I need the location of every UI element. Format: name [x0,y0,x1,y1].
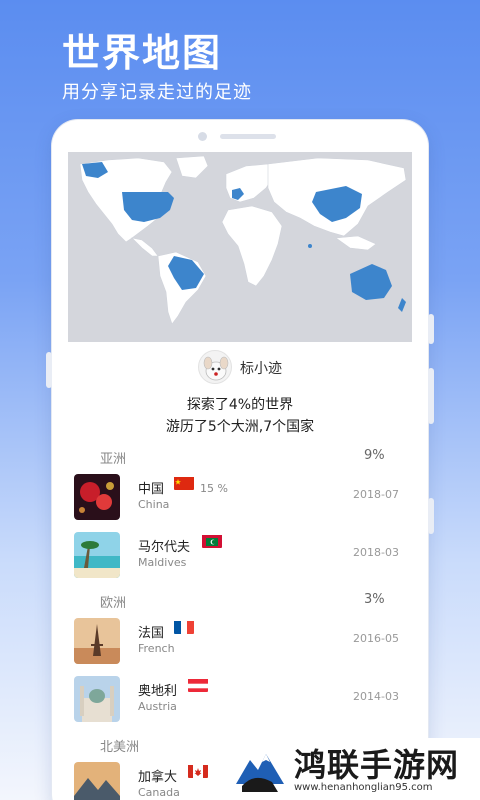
canada-flag-icon [188,764,208,778]
country-name: 马尔代夫 [138,540,191,555]
watermark-url: www.henanhonglian95.com [294,782,433,793]
country-english-name: Austria [138,700,177,713]
map-greenland [175,155,209,179]
austria-flag-icon [188,678,208,692]
map-africa [221,205,283,287]
avatar[interactable] [198,350,232,384]
phone-side-button [428,368,434,424]
map-new-zealand [398,298,406,312]
phone-frame: 标小迹 探索了4%的世界 游历了5个大洲,7个国家 亚洲 9% 中国 15 % … [46,120,434,800]
eiffel-photo [74,618,120,664]
map-central-america [131,237,159,257]
church-photo [74,676,120,722]
map-australia-visited [350,264,392,300]
phone-side-button [46,352,52,388]
continent-header-asia: 亚洲 9% [68,442,412,470]
brand-logo-icon [236,754,284,792]
continent-percent: 9% [364,448,385,463]
country-english-name: Maldives [138,556,187,569]
phone-side-button [428,498,434,534]
page-subtitle: 用分享记录走过的足迹 [62,82,252,103]
visit-date: 2014-03 [353,690,399,703]
dog-avatar-icon [203,356,229,381]
phone-camera [198,132,207,141]
country-row-france[interactable]: 法国 French 2016-05 [68,614,412,672]
visit-date: 2016-05 [353,632,399,645]
country-name: 奥地利 [138,684,178,699]
china-flag-icon [174,476,194,490]
continent-percent: 3% [364,592,385,607]
explored-percent-text: 探索了4%的世界 [186,397,294,413]
map-maldives-visited [308,244,312,248]
beach-photo [74,532,120,578]
map-se-asia [335,235,377,251]
country-row-maldives[interactable]: 马尔代夫 Maldives 2018-03 [68,528,412,586]
country-name: 法国 [138,626,165,641]
world-map-svg [79,155,407,325]
visit-date: 2018-07 [353,488,399,501]
world-map[interactable] [68,152,412,342]
phone-side-button [428,314,434,344]
france-flag-icon [174,620,194,634]
watermark-brand: 鸿联手游网 www.henanhonglian95.com [228,738,480,800]
page-title: 世界地图 [62,31,223,75]
country-name: 加拿大 [138,770,178,785]
travel-count-text: 游历了5个大洲,7个国家 [165,419,315,435]
country-english-name: China [138,498,170,511]
lanterns-photo [74,474,120,520]
country-share: 15 % [200,482,228,495]
continent-name: 北美洲 [100,740,140,755]
mountain-photo [74,762,120,800]
username: 标小迹 [240,361,282,377]
country-english-name: French [138,642,175,655]
country-name: 中国 [138,482,165,497]
continent-header-europe: 欧洲 3% [68,586,412,614]
phone-speaker [220,134,276,139]
profile-summary: 标小迹 探索了4%的世界 游历了5个大洲,7个国家 [68,342,412,442]
country-english-name: Canada [138,786,180,799]
app-screen: 标小迹 探索了4%的世界 游历了5个大洲,7个国家 亚洲 9% 中国 15 % … [68,152,412,800]
continent-name: 欧洲 [100,596,127,611]
maldives-flag-icon [202,534,222,548]
country-row-china[interactable]: 中国 15 % China 2018-07 [68,470,412,528]
continent-name: 亚洲 [100,452,127,467]
visit-date: 2018-03 [353,546,399,559]
watermark-name: 鸿联手游网 [294,746,460,784]
country-row-austria[interactable]: 奥地利 Austria 2014-03 [68,672,412,730]
